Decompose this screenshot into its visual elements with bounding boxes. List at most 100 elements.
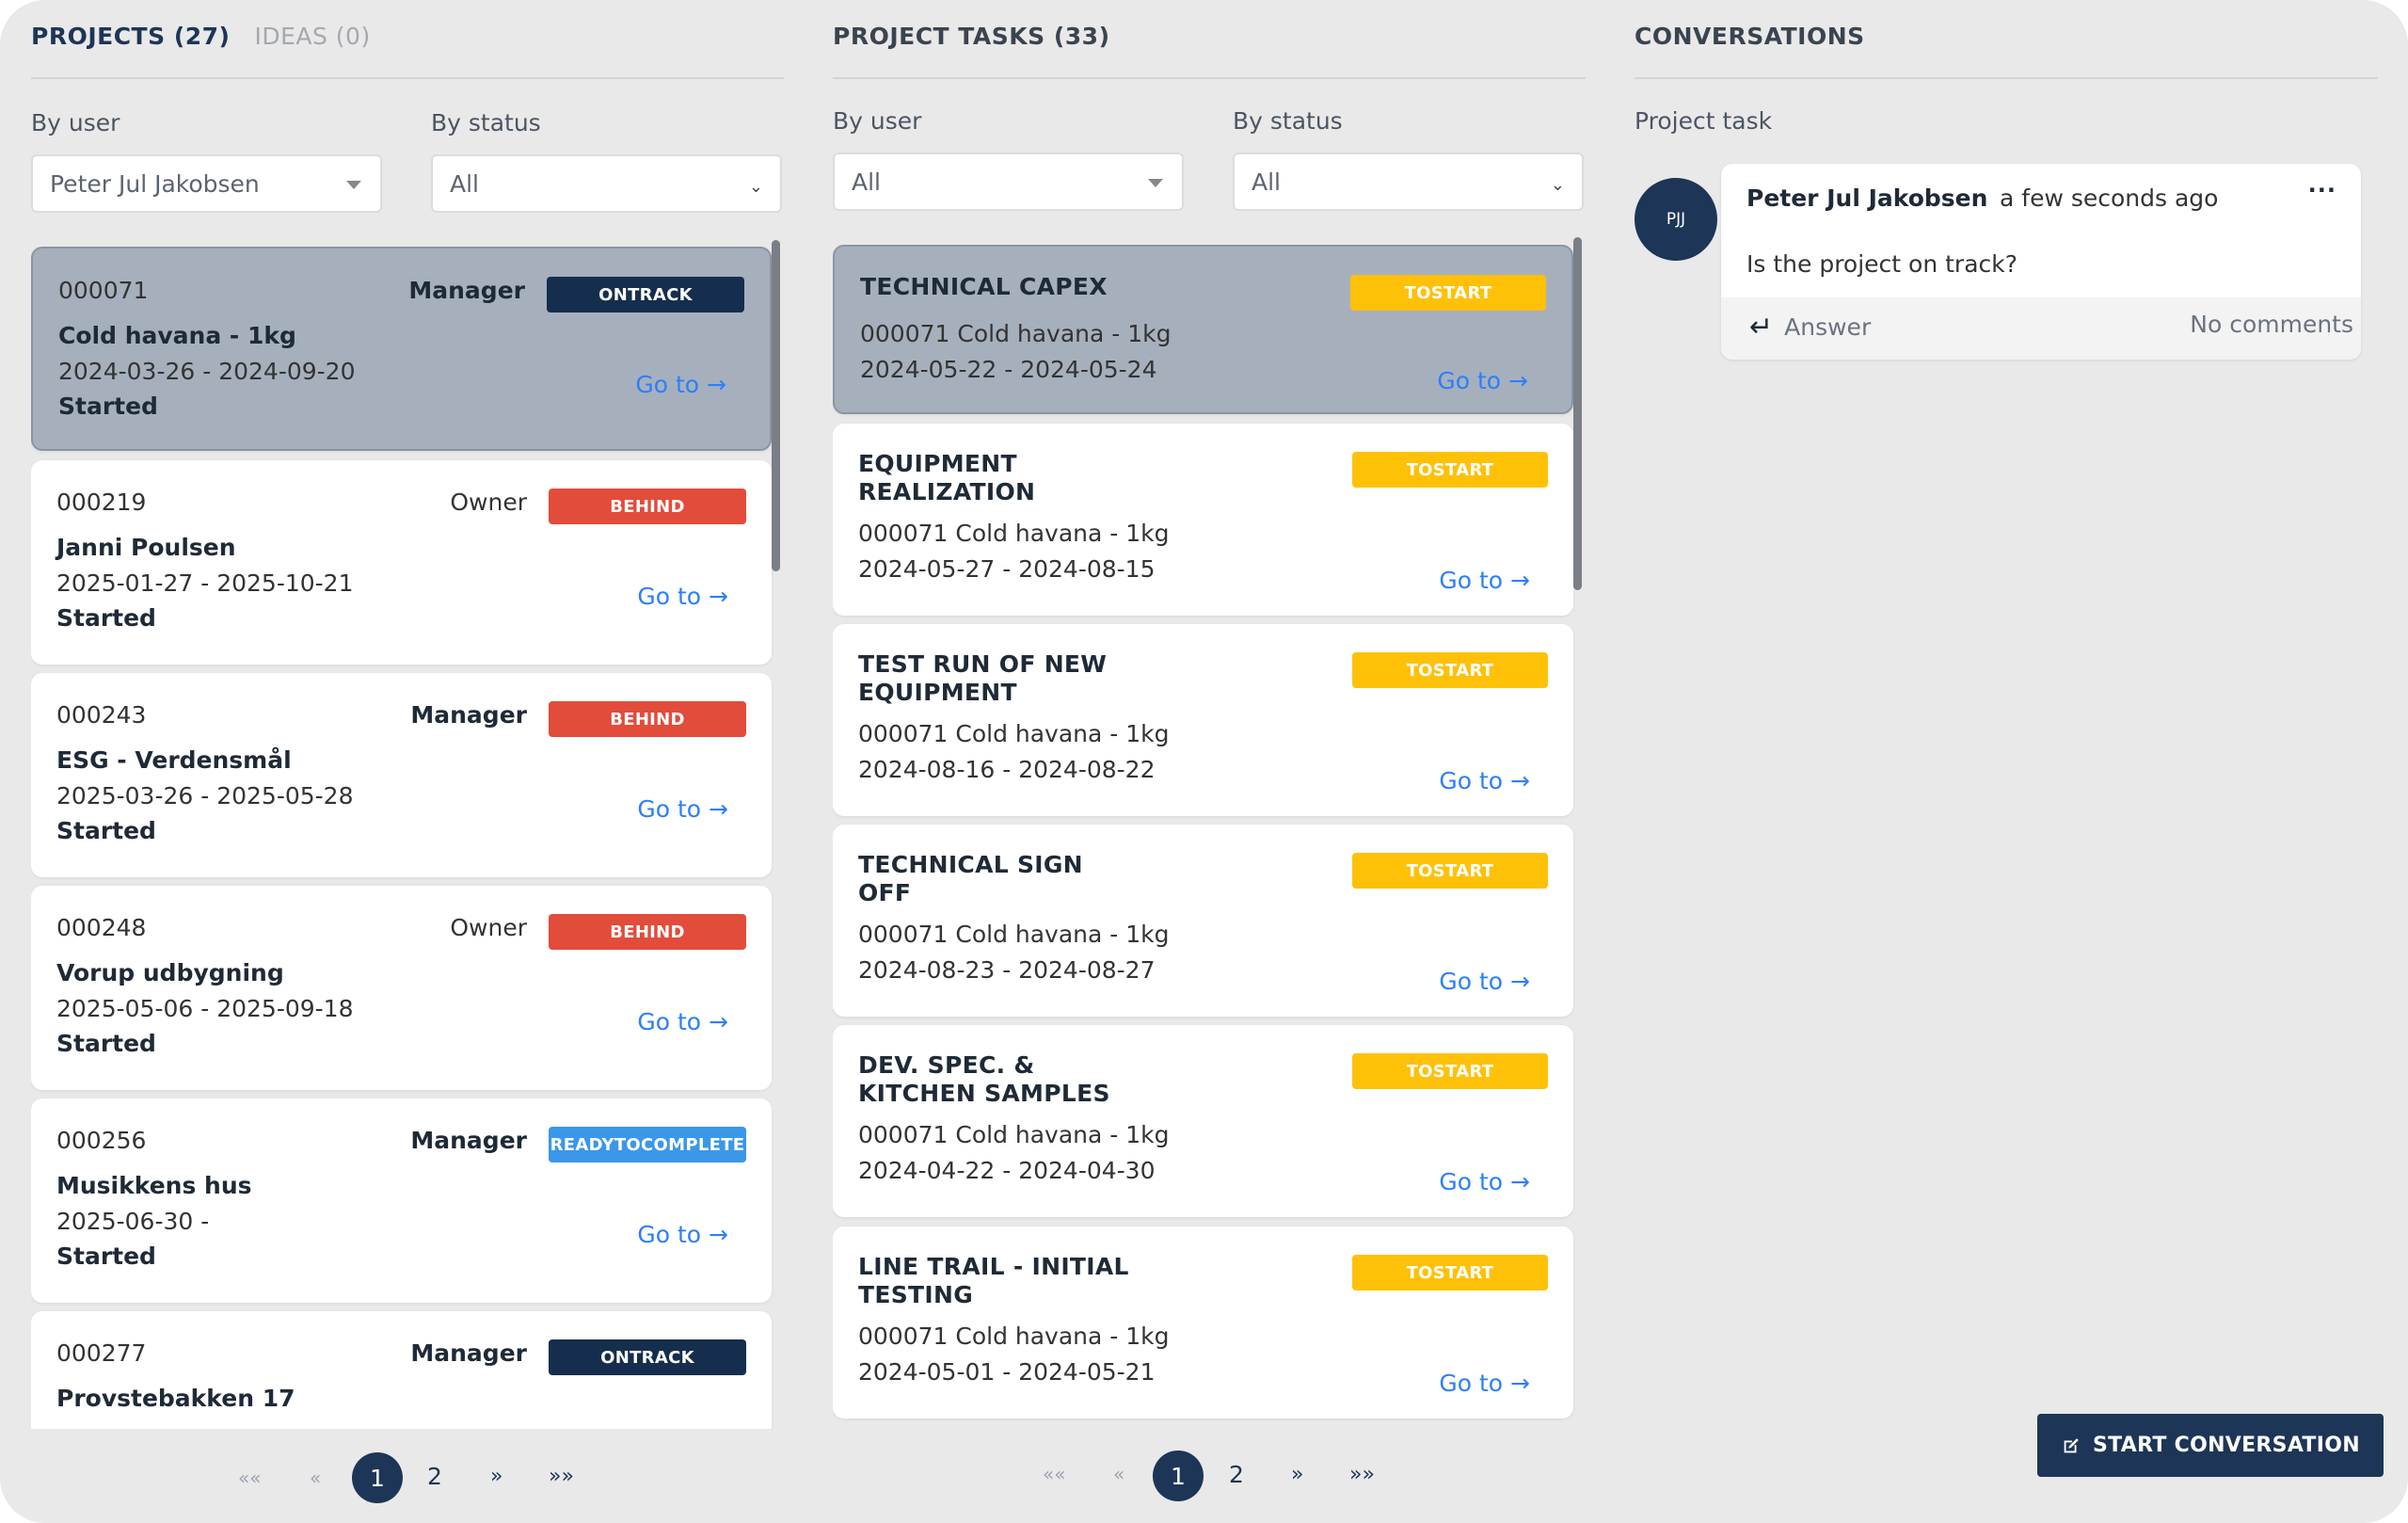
goto-link[interactable]: Go to → bbox=[1439, 567, 1530, 594]
project-status: Started bbox=[56, 604, 156, 632]
project-card[interactable]: 000256 Manager READYTOCOMPLETE Musikkens… bbox=[31, 1098, 772, 1303]
filter-status-label: By status bbox=[1233, 107, 1343, 135]
status-badge: TOSTART bbox=[1352, 1255, 1548, 1291]
project-card[interactable]: 000219 Owner BEHIND Janni Poulsen 2025-0… bbox=[31, 460, 772, 665]
project-dates: 2025-06-30 - bbox=[56, 1208, 210, 1235]
project-dates: 2025-01-27 - 2025-10-21 bbox=[56, 569, 354, 597]
conversations-header: CONVERSATIONS bbox=[1635, 23, 1865, 50]
task-card[interactable]: DEV. SPEC. & KITCHEN SAMPLES TOSTART 000… bbox=[833, 1025, 1573, 1217]
more-options-icon[interactable]: ··· bbox=[2308, 177, 2336, 203]
pager-page-2[interactable]: 2 bbox=[1229, 1461, 1244, 1488]
project-id: 000256 bbox=[56, 1127, 147, 1154]
goto-link[interactable]: Go to → bbox=[1439, 1370, 1530, 1397]
project-title: Musikkens hus bbox=[56, 1172, 252, 1199]
user-filter-select[interactable]: Peter Jul Jakobsen bbox=[31, 154, 382, 213]
task-title: LINE TRAIL - INITIAL TESTING bbox=[858, 1253, 1129, 1308]
projects-scrollbar[interactable] bbox=[772, 240, 780, 571]
filter-user-label: By user bbox=[31, 109, 120, 136]
message-text: Is the project on track? bbox=[1746, 250, 2018, 278]
project-role: Owner bbox=[450, 914, 527, 941]
tab-ideas[interactable]: IDEAS (0) bbox=[254, 23, 370, 50]
avatar: PJJ bbox=[1635, 178, 1717, 261]
task-project: 000071 Cold havana - 1kg bbox=[858, 520, 1170, 547]
project-role: Manager bbox=[410, 701, 527, 729]
goto-link[interactable]: Go to → bbox=[635, 371, 726, 398]
user-filter-select[interactable]: All bbox=[833, 152, 1184, 211]
task-project: 000071 Cold havana - 1kg bbox=[858, 921, 1170, 948]
project-card[interactable]: 000277 Manager ONTRACK Provstebakken 17 bbox=[31, 1311, 772, 1429]
project-status: Started bbox=[58, 393, 158, 420]
task-card[interactable]: TECHNICAL CAPEX TOSTART 000071 Cold hava… bbox=[833, 245, 1573, 414]
goto-link[interactable]: Go to → bbox=[1439, 767, 1530, 794]
pager-page-2[interactable]: 2 bbox=[427, 1463, 442, 1490]
project-card[interactable]: 000071 Manager ONTRACK Cold havana - 1kg… bbox=[31, 247, 772, 451]
tab-projects[interactable]: PROJECTS (27) bbox=[31, 23, 230, 50]
task-title: EQUIPMENT REALIZATION bbox=[858, 450, 1036, 505]
goto-link[interactable]: Go to → bbox=[637, 1008, 728, 1035]
pager-last[interactable]: »» bbox=[549, 1465, 574, 1488]
project-title: Vorup udbygning bbox=[56, 959, 284, 986]
task-project: 000071 Cold havana - 1kg bbox=[858, 720, 1170, 747]
user-filter-value: Peter Jul Jakobsen bbox=[50, 169, 260, 198]
pager-next[interactable]: » bbox=[490, 1465, 502, 1488]
caret-down-icon bbox=[346, 181, 361, 189]
pager-next[interactable]: » bbox=[1291, 1463, 1303, 1486]
tasks-list[interactable]: TECHNICAL CAPEX TOSTART 000071 Cold hava… bbox=[833, 245, 1576, 1421]
start-conversation-button[interactable]: START CONVERSATION bbox=[2037, 1414, 2384, 1477]
status-badge: BEHIND bbox=[549, 701, 746, 737]
tasks-header: PROJECT TASKS (33) bbox=[833, 23, 1110, 50]
task-title: TECHNICAL CAPEX bbox=[860, 273, 1108, 300]
task-dates: 2024-05-22 - 2024-05-24 bbox=[860, 356, 1157, 383]
chevron-down-icon: ⌄ bbox=[1550, 175, 1565, 195]
pager-page-1[interactable]: 1 bbox=[1153, 1451, 1204, 1501]
answer-label: Answer bbox=[1784, 313, 1872, 341]
pager-last[interactable]: »» bbox=[1349, 1463, 1375, 1486]
pager-prev[interactable]: « bbox=[1113, 1463, 1124, 1485]
goto-link[interactable]: Go to → bbox=[637, 795, 728, 823]
tasks-column: PROJECT TASKS (33) By user All By status… bbox=[833, 0, 1586, 1523]
status-filter-select[interactable]: All ⌄ bbox=[431, 154, 782, 213]
projects-list[interactable]: 000071 Manager ONTRACK Cold havana - 1kg… bbox=[31, 247, 774, 1429]
status-filter-value: All bbox=[1252, 168, 1281, 196]
chevron-down-icon: ⌄ bbox=[748, 177, 763, 197]
project-id: 000219 bbox=[56, 489, 147, 516]
project-role: Manager bbox=[410, 1339, 527, 1367]
project-role: Owner bbox=[450, 489, 527, 516]
project-card[interactable]: 000243 Manager BEHIND ESG - Verdensmål 2… bbox=[31, 673, 772, 877]
tasks-pagination: «« « 1 2 » »» bbox=[833, 1450, 1586, 1502]
goto-link[interactable]: Go to → bbox=[1439, 1168, 1530, 1195]
goto-link[interactable]: Go to → bbox=[1437, 367, 1528, 394]
task-card[interactable]: TECHNICAL SIGN OFF TOSTART 000071 Cold h… bbox=[833, 825, 1573, 1017]
project-id: 000277 bbox=[56, 1339, 147, 1367]
answer-button[interactable]: ↵ Answer bbox=[1749, 311, 1871, 344]
divider bbox=[31, 77, 784, 79]
divider bbox=[833, 77, 1586, 79]
pager-first[interactable]: «« bbox=[1043, 1463, 1065, 1485]
goto-link[interactable]: Go to → bbox=[637, 583, 728, 610]
project-dates: 2025-05-06 - 2025-09-18 bbox=[56, 995, 354, 1022]
pager-first[interactable]: «« bbox=[238, 1467, 261, 1489]
tasks-scrollbar[interactable] bbox=[1573, 237, 1582, 590]
goto-link[interactable]: Go to → bbox=[637, 1221, 728, 1248]
divider bbox=[1635, 77, 2378, 79]
status-filter-select[interactable]: All ⌄ bbox=[1233, 152, 1584, 211]
project-id: 000243 bbox=[56, 701, 147, 729]
goto-link[interactable]: Go to → bbox=[1439, 968, 1530, 995]
pager-page-1[interactable]: 1 bbox=[352, 1452, 403, 1503]
project-id: 000071 bbox=[58, 277, 149, 304]
project-id: 000248 bbox=[56, 914, 147, 941]
edit-icon bbox=[2064, 1437, 2079, 1452]
project-card[interactable]: 000248 Owner BEHIND Vorup udbygning 2025… bbox=[31, 886, 772, 1090]
filter-user-label: By user bbox=[833, 107, 922, 135]
comments-count: No comments bbox=[2190, 311, 2353, 338]
status-badge: TOSTART bbox=[1352, 652, 1548, 688]
pager-prev[interactable]: « bbox=[310, 1467, 321, 1489]
task-card[interactable]: LINE TRAIL - INITIAL TESTING TOSTART 000… bbox=[833, 1226, 1573, 1419]
task-card[interactable]: EQUIPMENT REALIZATION TOSTART 000071 Col… bbox=[833, 424, 1573, 616]
projects-tabs: PROJECTS (27) IDEAS (0) bbox=[31, 23, 371, 50]
caret-down-icon bbox=[1148, 179, 1163, 187]
task-card[interactable]: TEST RUN OF NEW EQUIPMENT TOSTART 000071… bbox=[833, 624, 1573, 816]
projects-pagination: «« « 1 2 » »» bbox=[31, 1451, 784, 1504]
status-badge: ONTRACK bbox=[549, 1339, 746, 1375]
project-status: Started bbox=[56, 1030, 156, 1057]
